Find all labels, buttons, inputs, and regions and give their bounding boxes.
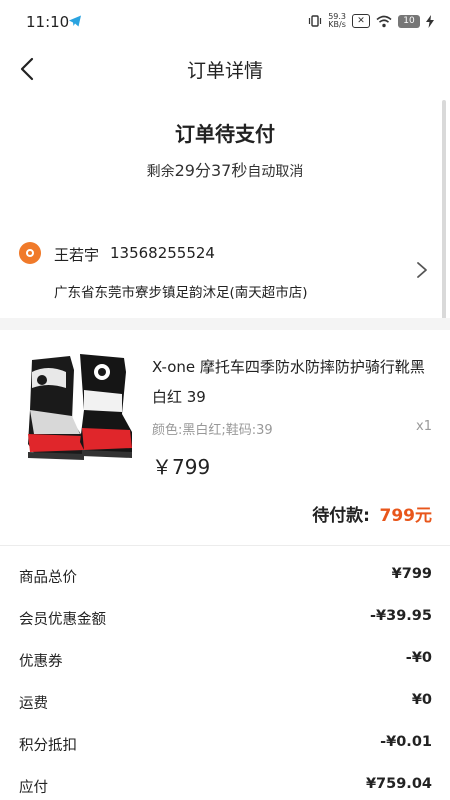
- pending-payment-amount: 799元: [379, 506, 433, 526]
- net-speed-unit: KB/s: [328, 20, 346, 29]
- recipient-name: 王若宇: [54, 246, 100, 264]
- countdown-minutes: 29: [174, 161, 195, 180]
- nav-header: 订单详情: [0, 44, 450, 92]
- wifi-icon: [376, 15, 392, 27]
- status-icons: 59.3 KB/s ✕ 10: [308, 13, 434, 29]
- fee-label: 商品总价: [19, 570, 77, 586]
- product-price: ￥799: [152, 455, 211, 479]
- divider: [0, 545, 450, 546]
- fee-row-shipping: 运费 ¥0: [0, 688, 450, 718]
- countdown-prefix: 剩余: [146, 164, 175, 180]
- recipient-phone: 13568255524: [110, 244, 215, 262]
- fee-row-payable: 应付 ¥759.04: [0, 772, 450, 800]
- fee-value: ¥759.04: [365, 776, 432, 792]
- section-divider: [0, 318, 450, 330]
- fee-value: ¥799: [391, 566, 432, 582]
- address-detail: 广东省东莞市寮步镇足韵沐足(南天超市店): [54, 285, 308, 301]
- countdown-minutes-unit: 分: [194, 161, 211, 180]
- chevron-right-icon[interactable]: [414, 260, 430, 280]
- fee-label: 优惠券: [19, 654, 63, 670]
- fee-row-goods-total: 商品总价 ¥799: [0, 562, 450, 592]
- telegram-icon: [69, 15, 81, 27]
- status-time: 11:10: [26, 13, 70, 31]
- battery-level: 10: [403, 16, 415, 26]
- fee-label: 积分抵扣: [19, 738, 77, 754]
- fee-row-coupon[interactable]: 优惠券 -¥0: [0, 646, 450, 676]
- countdown-suffix: 自动取消: [247, 164, 304, 180]
- fee-value: -¥0: [405, 650, 432, 666]
- countdown-seconds: 37: [211, 161, 232, 180]
- charging-icon: [426, 14, 434, 28]
- countdown-seconds-unit: 秒: [231, 161, 248, 180]
- pending-payment-label: 待付款:: [312, 506, 370, 526]
- fee-label: 应付: [19, 780, 48, 796]
- fee-row-points: 积分抵扣 -¥0.01: [0, 730, 450, 760]
- battery-icon: 10: [398, 14, 420, 28]
- product-name[interactable]: X-one 摩托车四季防水防摔防护骑行靴黑白红 39: [152, 352, 437, 412]
- order-status-title: 订单待支付: [175, 122, 275, 146]
- fee-value: -¥0.01: [380, 734, 432, 750]
- vibrate-icon: [309, 15, 322, 27]
- countdown-text: 剩余29分37秒自动取消: [0, 157, 450, 181]
- product-image[interactable]: [18, 350, 138, 470]
- status-bar: 11:10 59.3 KB/s ✕ 10: [0, 0, 450, 44]
- product-spec: 颜色:黑白红;鞋码:39: [152, 423, 273, 438]
- fee-row-member-discount: 会员优惠金额 -¥39.95: [0, 604, 450, 634]
- fee-value: -¥39.95: [370, 608, 432, 624]
- net-speed: 59.3 KB/s: [328, 13, 346, 29]
- fee-label: 会员优惠金额: [19, 612, 106, 628]
- fee-label: 运费: [19, 696, 48, 712]
- page-title: 订单详情: [186, 60, 263, 82]
- sim-x-icon: ✕: [352, 14, 370, 28]
- fee-value: ¥0: [411, 692, 432, 708]
- product-quantity: x1: [416, 419, 432, 434]
- location-pin-icon: [19, 242, 41, 264]
